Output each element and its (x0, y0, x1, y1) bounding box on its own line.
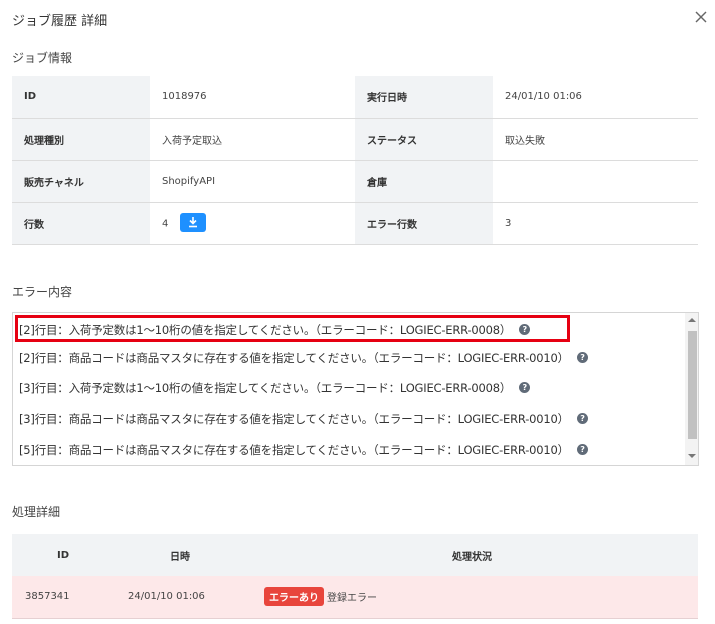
job-info-label: ID (12, 76, 150, 119)
job-info-value: 4 (150, 202, 355, 245)
error-list[interactable]: [2]行目：入荷予定数は1～10桁の値を指定してください。（エラーコード：LOG… (12, 312, 699, 466)
job-info-row: 行数 4 エラー行数 3 (12, 202, 698, 245)
help-icon[interactable]: ? (576, 352, 588, 363)
error-line: [2]行目：商品コードは商品マスタに存在する値を指定してください。（エラーコード… (19, 350, 588, 366)
error-line: [3]行目：商品コードは商品マスタに存在する値を指定してください。（エラーコード… (19, 411, 588, 427)
error-text: [2]行目：商品コードは商品マスタに存在する値を指定してください。（エラーコード… (19, 351, 569, 365)
help-icon[interactable]: ? (576, 444, 588, 455)
error-text: [3]行目：商品コードは商品マスタに存在する値を指定してください。（エラーコード… (19, 412, 569, 426)
job-info-row: 処理種別 入荷予定取込 ステータス 取込失敗 (12, 118, 698, 161)
job-info-value: 1018976 (150, 76, 355, 119)
error-list-scrollbar[interactable] (685, 313, 698, 465)
job-info-label: 倉庫 (355, 160, 493, 203)
scroll-down-icon[interactable] (688, 454, 696, 458)
process-header-row: ID 日時 処理状況 (12, 534, 698, 576)
scroll-thumb[interactable] (688, 331, 697, 439)
job-info-table: ID 1018976 実行日時 24/01/10 01:06 処理種別 入荷予定… (12, 76, 698, 245)
error-line: [3]行目：入荷予定数は1～10桁の値を指定してください。（エラーコード：LOG… (19, 380, 531, 396)
row-count-value: 4 (162, 218, 169, 229)
process-header-status: 処理状況 (246, 534, 698, 576)
process-status: 登録エラー (327, 593, 377, 605)
help-icon[interactable]: ? (519, 324, 531, 335)
error-text: [5]行目：商品コードは商品マスタに存在する値を指定してください。（エラーコード… (19, 443, 569, 457)
scroll-up-icon[interactable] (688, 318, 696, 322)
error-line: [5]行目：商品コードは商品マスタに存在する値を指定してください。（エラーコード… (19, 442, 588, 458)
help-icon[interactable]: ? (519, 382, 531, 393)
job-info-value: 24/01/10 01:06 (493, 76, 698, 119)
job-info-value: 取込失敗 (493, 118, 698, 161)
process-header-id: ID (12, 534, 114, 576)
job-info-title: ジョブ情報 (12, 51, 73, 65)
help-icon[interactable]: ? (576, 413, 588, 424)
job-info-label: ステータス (355, 118, 493, 161)
process-date: 24/01/10 01:06 (114, 576, 246, 619)
errors-title: エラー内容 (12, 285, 73, 299)
error-line: [2]行目：入荷予定数は1～10桁の値を指定してください。（エラーコード：LOG… (19, 322, 531, 338)
job-info-label: 処理種別 (12, 118, 150, 161)
modal-title: ジョブ履歴 詳細 (12, 14, 108, 29)
process-id: 3857341 (12, 576, 114, 619)
close-icon (695, 11, 707, 23)
error-text: [3]行目：入荷予定数は1～10桁の値を指定してください。（エラーコード：LOG… (19, 381, 512, 395)
error-text: [2]行目：入荷予定数は1～10桁の値を指定してください。（エラーコード：LOG… (19, 323, 512, 337)
job-info-value (493, 160, 698, 203)
job-info-value: ShopifyAPI (150, 160, 355, 203)
job-info-label: エラー行数 (355, 202, 493, 245)
download-icon (188, 216, 197, 227)
job-info-row: 販売チャネル ShopifyAPI 倉庫 (12, 160, 698, 203)
process-header-date: 日時 (114, 534, 246, 576)
job-info-value: 入荷予定取込 (150, 118, 355, 161)
job-info-value: 3 (493, 202, 698, 245)
close-button[interactable] (693, 9, 709, 25)
job-info-label: 販売チャネル (12, 160, 150, 203)
status-badge: エラーあり (264, 587, 324, 607)
job-history-detail-modal: ジョブ履歴 詳細 ジョブ情報 ID 1018976 実行日時 24/01/10 … (0, 0, 715, 624)
process-status-cell: エラーあり 登録エラー (246, 576, 698, 619)
table-row: 3857341 24/01/10 01:06 エラーあり 登録エラー (12, 576, 698, 619)
job-info-row: ID 1018976 実行日時 24/01/10 01:06 (12, 76, 698, 119)
job-info-label: 実行日時 (355, 76, 493, 119)
process-table: ID 日時 処理状況 3857341 24/01/10 01:06 エラーあり登… (12, 534, 698, 619)
download-button[interactable] (179, 212, 206, 232)
job-info-label: 行数 (12, 202, 150, 245)
process-title: 処理詳細 (12, 505, 61, 519)
